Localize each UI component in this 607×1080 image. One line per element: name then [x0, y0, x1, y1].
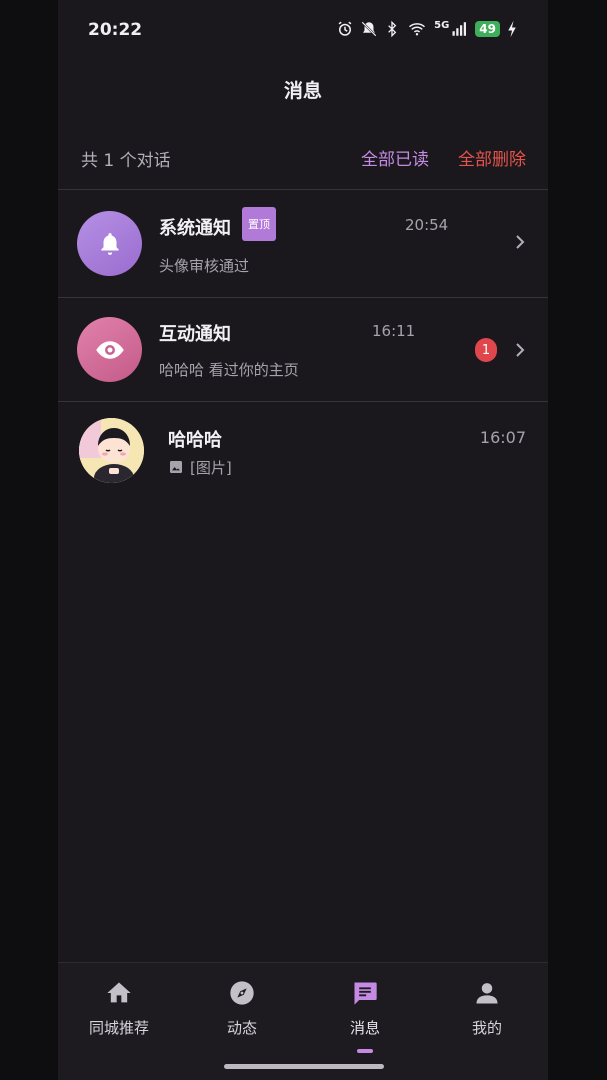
interaction-avatar — [77, 317, 142, 382]
chevron-right-icon — [516, 343, 525, 357]
status-icons: 5G 49 — [336, 20, 518, 38]
status-time: 20:22 — [88, 20, 143, 40]
conversation-time: 16:11 — [372, 322, 416, 340]
bell-icon — [100, 232, 119, 255]
chevron-right-icon — [516, 235, 525, 249]
conversation-name: 哈哈哈 — [168, 430, 222, 451]
delete-all-button[interactable]: 全部删除 — [458, 145, 526, 170]
nav-label: 动态 — [226, 1019, 257, 1037]
bluetooth-icon — [388, 20, 397, 38]
charging-icon — [508, 20, 516, 38]
conversation-name: 互动通知 — [159, 324, 231, 345]
conversation-time: 16:07 — [479, 428, 526, 447]
home-indicator[interactable] — [224, 1064, 384, 1069]
phone-screen: 20:22 5G 49 消息 共 1 个对话 全部已读 全部删除 系统通知 置顶… — [58, 0, 548, 1080]
page-title: 消息 — [283, 80, 322, 102]
eye-icon — [95, 340, 124, 359]
battery-level: 49 — [475, 21, 500, 37]
person-icon — [476, 983, 498, 1004]
message-icon — [354, 982, 377, 1005]
cartoon-boy-avatar — [79, 418, 144, 483]
nav-label: 我的 — [471, 1019, 502, 1037]
pinned-badge: 置顶 — [242, 207, 276, 241]
mute-icon — [361, 21, 377, 37]
nav-item-moments[interactable]: 动态 — [187, 979, 297, 1038]
wifi-icon — [409, 23, 426, 36]
mark-all-read-button[interactable]: 全部已读 — [361, 145, 429, 170]
home-icon — [107, 982, 131, 1003]
active-tab-indicator — [357, 1049, 373, 1053]
nav-label: 消息 — [349, 1019, 380, 1037]
network-label: 5G — [434, 19, 450, 31]
conversation-count: 共 1 个对话 — [81, 151, 171, 171]
nav-item-nearby[interactable]: 同城推荐 — [64, 979, 174, 1038]
conversation-row-user[interactable]: 哈哈哈 16:07 [图片] — [58, 402, 548, 507]
conversation-preview: 头像审核通过 — [159, 257, 250, 275]
nav-label: 同城推荐 — [88, 1019, 149, 1037]
image-icon — [170, 461, 182, 473]
conversation-preview: 哈哈哈 看过你的主页 — [159, 361, 299, 379]
summary-row: 共 1 个对话 全部已读 全部删除 — [58, 140, 548, 174]
bottom-nav: 同城推荐 动态 消息 我的 — [58, 962, 548, 1080]
conversation-time: 20:54 — [405, 216, 449, 234]
status-bar: 20:22 5G 49 — [58, 0, 548, 64]
user-avatar — [79, 418, 144, 483]
conversation-name: 系统通知 — [159, 218, 231, 239]
conversation-row-interaction[interactable]: 互动通知 16:11 哈哈哈 看过你的主页 1 — [58, 298, 548, 403]
nav-item-profile[interactable]: 我的 — [432, 979, 542, 1038]
nav-item-messages[interactable]: 消息 — [310, 979, 420, 1038]
compass-icon — [230, 981, 254, 1005]
conversation-preview: [图片] — [190, 459, 232, 477]
system-avatar — [77, 211, 142, 276]
alarm-icon — [338, 21, 352, 36]
conversation-row-system[interactable]: 系统通知 置顶 20:54 头像审核通过 — [58, 190, 548, 295]
unread-count-badge: 1 — [475, 338, 497, 362]
signal-icon — [452, 22, 467, 36]
